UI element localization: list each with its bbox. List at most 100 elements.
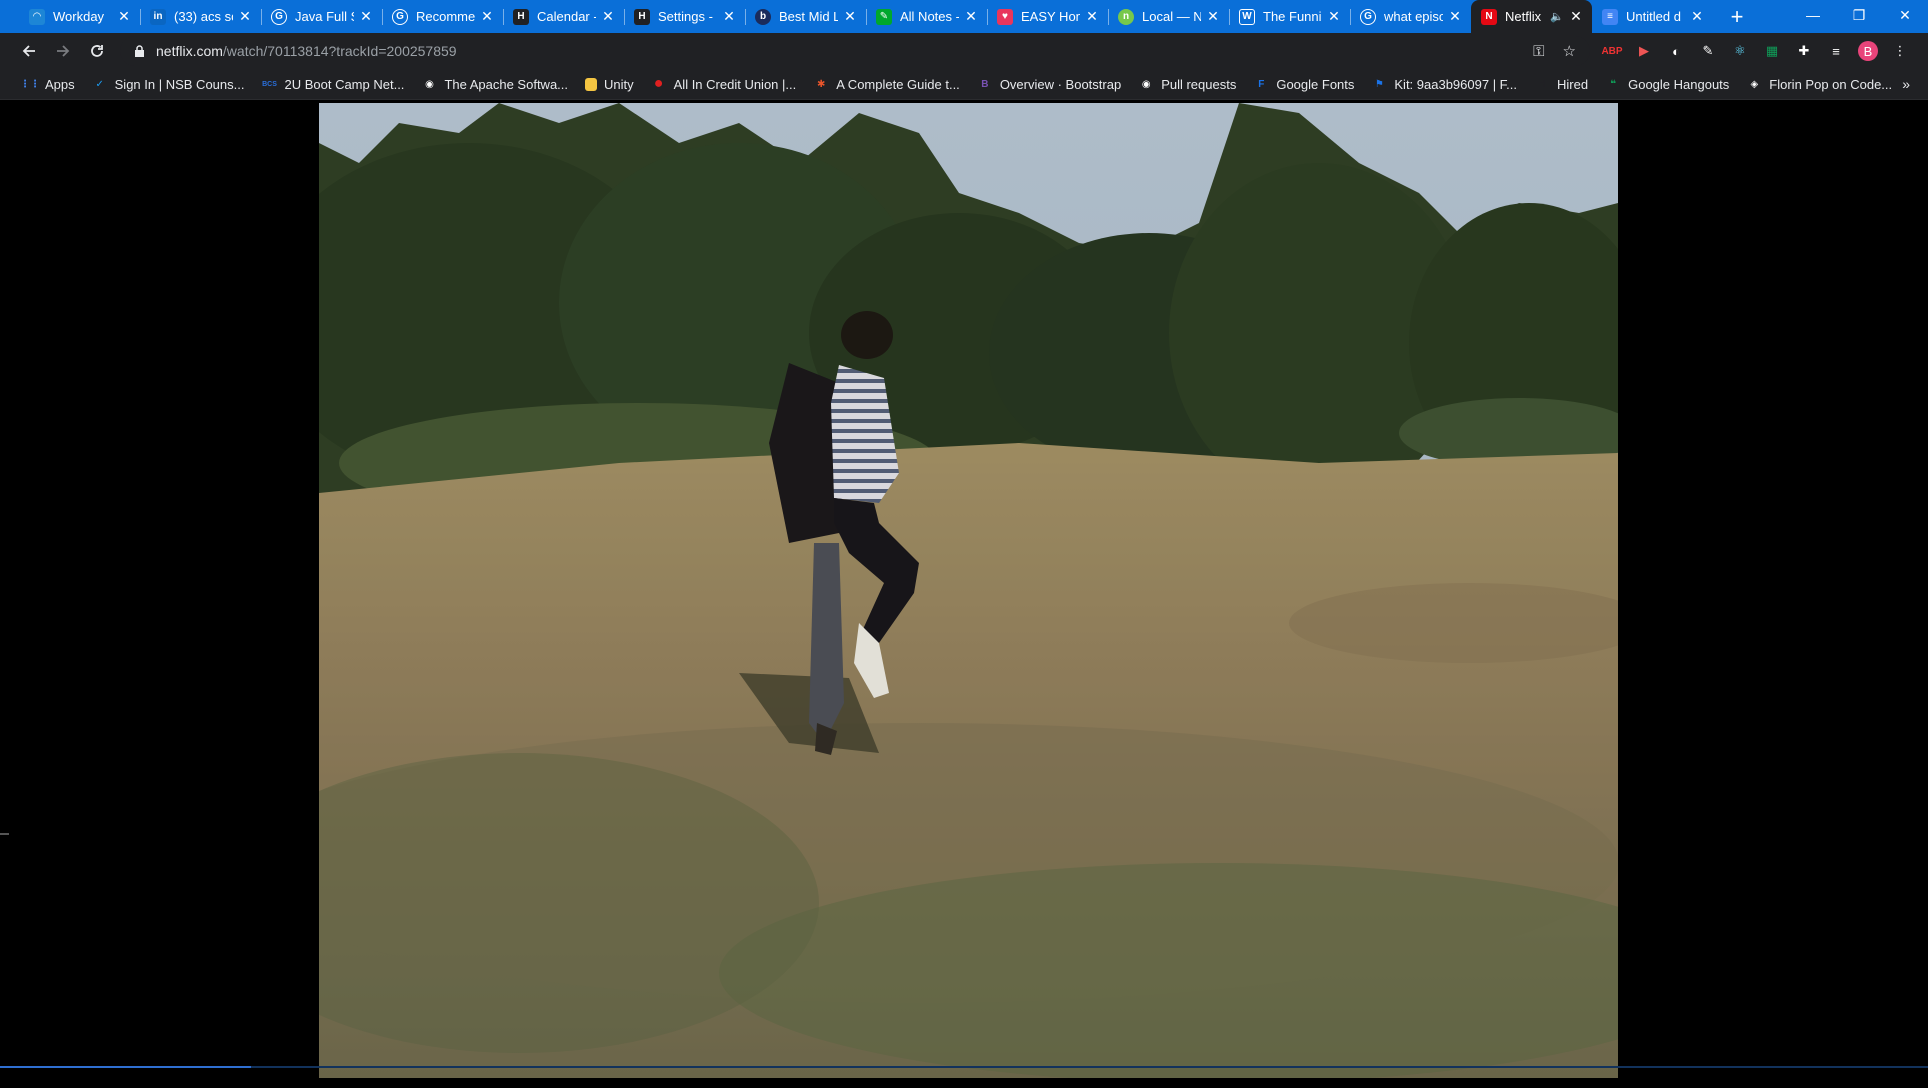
close-tab-icon[interactable]: ✕	[1568, 8, 1584, 25]
close-tab-icon[interactable]: ✕	[842, 8, 858, 25]
forward-button[interactable]	[46, 34, 80, 68]
bookmark-item[interactable]: H Hired	[1534, 76, 1588, 92]
media-queue-icon[interactable]: ≡	[1826, 41, 1846, 61]
arrow-left-icon	[22, 45, 35, 57]
bookmark-item[interactable]: ◉ The Apache Softwa...	[421, 76, 568, 92]
bookmark-label: All In Credit Union |...	[673, 76, 797, 92]
hangouts-icon: ❝	[1610, 78, 1617, 90]
bookmark-item[interactable]: ⋮⋮ Apps	[20, 76, 75, 92]
close-tab-icon[interactable]: ✕	[116, 8, 132, 25]
tab-11[interactable]: Gwhat episo ✕	[1350, 0, 1471, 33]
close-tab-icon[interactable]: ✕	[600, 8, 616, 25]
bookmark-label: The Apache Softwa...	[444, 76, 569, 92]
tab-3[interactable]: G Recommen ✕	[382, 0, 503, 33]
tab-title: Calendar -	[537, 9, 596, 24]
close-tab-icon[interactable]: ✕	[1447, 8, 1463, 25]
flag-icon: ⚑	[1374, 78, 1384, 90]
close-tab-icon[interactable]: ✕	[237, 8, 253, 25]
lock-icon	[132, 44, 146, 58]
tab-strip: ◠ Workday ✕ in (33) acs sc ✕ G Java Full St ✕ G Re…	[0, 0, 1928, 33]
tab-13[interactable]: ≡ Untitled d ✕	[1592, 0, 1713, 33]
tab-6[interactable]: b Best Mid L ✕	[745, 0, 866, 33]
tab-title: Settings -	[658, 9, 713, 24]
linkedin-icon: in	[150, 8, 166, 25]
minimize-button[interactable]: —	[1790, 0, 1836, 30]
bookmark-item[interactable]: ⚑ Kit: 9aa3b96097 | F...	[1371, 76, 1517, 92]
h-icon: H	[1538, 78, 1546, 90]
google-icon: G	[271, 8, 287, 25]
close-tab-icon[interactable]: ✕	[963, 8, 979, 25]
close-tab-icon[interactable]: ✕	[1205, 8, 1221, 25]
tab-list: ◠ Workday ✕ in (33) acs sc ✕ G Java Full St ✕ G Re…	[0, 0, 1713, 33]
tab-title: Workday	[53, 9, 105, 24]
close-window-button[interactable]: ✕	[1882, 0, 1928, 30]
omnibox-actions: ⚿ ☆	[1533, 36, 1576, 66]
tab-title: Recommen	[416, 9, 475, 24]
bookmark-item[interactable]: ✓ Sign In | NSB Couns...	[92, 76, 244, 92]
bookmark-label: Pull requests	[1161, 76, 1237, 92]
progress-bar[interactable]	[0, 1066, 1928, 1068]
bookmark-item[interactable]: BCS 2U Boot Camp Net...	[261, 76, 404, 92]
address-bar[interactable]: netflix.com/watch/70113814?trackId=20025…	[120, 36, 1590, 66]
key-icon[interactable]: ⚿	[1533, 43, 1544, 60]
bookmark-label: Unity	[604, 76, 634, 92]
workday-icon: ◠	[29, 8, 45, 25]
speaker-icon[interactable]: 🔈	[1550, 10, 1564, 23]
github-icon: ◉	[1141, 78, 1151, 90]
star-icon[interactable]: ☆	[1563, 42, 1576, 60]
kebab-menu-icon[interactable]: ⋮	[1890, 41, 1910, 61]
bookmark-item[interactable]: ◈ Florin Pop on Code...	[1746, 76, 1892, 92]
sheet-extension-icon[interactable]: ▦	[1762, 41, 1782, 61]
h-icon: H	[634, 8, 650, 25]
github-icon: ◉	[425, 78, 434, 90]
tab-5[interactable]: H Settings - ✕	[624, 0, 745, 33]
close-tab-icon[interactable]: ✕	[721, 8, 737, 25]
close-tab-icon[interactable]: ✕	[358, 8, 374, 25]
dark-mode-icon[interactable]: ◐	[1666, 41, 1686, 61]
bookmark-item[interactable]: ✱ A Complete Guide t...	[813, 76, 960, 92]
more-bookmarks-button[interactable]: »	[1902, 76, 1910, 92]
bookmark-item[interactable]: ● All In Credit Union |...	[651, 75, 797, 92]
arrow-right-icon	[57, 45, 70, 57]
close-tab-icon[interactable]: ✕	[1689, 8, 1705, 25]
window-controls: — ❐ ✕	[1790, 0, 1928, 30]
react-icon[interactable]: ⚛	[1730, 41, 1750, 61]
tab-9[interactable]: n Local — N ✕	[1108, 0, 1229, 33]
bookmark-label: Florin Pop on Code...	[1769, 76, 1893, 92]
video-frame[interactable]	[319, 103, 1618, 1078]
tab-title: Java Full St	[295, 9, 354, 24]
video-scene	[319, 103, 1618, 1078]
bookmark-item[interactable]: F Google Fonts	[1253, 76, 1354, 92]
pen-icon[interactable]: ✎	[1698, 41, 1718, 61]
bookmark-label: Apps	[45, 76, 75, 92]
reload-button[interactable]	[80, 34, 114, 68]
video-extension-icon[interactable]: ▶	[1634, 41, 1654, 61]
google-icon: G	[1360, 8, 1376, 25]
bootstrap-icon: B	[981, 78, 989, 90]
bookmark-item[interactable]: ❝ Google Hangouts	[1605, 76, 1729, 92]
tab-2[interactable]: G Java Full St ✕	[261, 0, 382, 33]
new-tab-button[interactable]: +	[1721, 0, 1753, 33]
close-tab-icon[interactable]: ✕	[479, 8, 495, 25]
bookmark-item[interactable]: ▮ Unity	[585, 77, 634, 92]
bookmark-item[interactable]: ◉ Pull requests	[1138, 76, 1237, 92]
close-tab-icon[interactable]: ✕	[1084, 8, 1100, 25]
tab-4[interactable]: H Calendar - ✕	[503, 0, 624, 33]
extensions-area: ABP ▶ ◐ ✎ ⚛ ▦ ✚ ≡ B ⋮	[1601, 41, 1910, 61]
bookmark-item[interactable]: B Overview · Bootstrap	[977, 76, 1121, 92]
tab-8[interactable]: ♥ EASY Hom ✕	[987, 0, 1108, 33]
tab-0[interactable]: ◠ Workday ✕	[19, 0, 140, 33]
adblock-icon[interactable]: ABP	[1601, 41, 1622, 61]
tab-7[interactable]: ✎ All Notes - ✕	[866, 0, 987, 33]
video-player[interactable]	[0, 101, 1928, 1078]
tab-10[interactable]: W The Funni ✕	[1229, 0, 1350, 33]
tab-1[interactable]: in (33) acs sc ✕	[140, 0, 261, 33]
profile-avatar[interactable]: B	[1858, 41, 1878, 61]
back-button[interactable]	[12, 34, 46, 68]
puzzle-icon[interactable]: ✚	[1794, 41, 1814, 61]
close-tab-icon[interactable]: ✕	[1326, 8, 1342, 25]
folder-icon: ▮	[585, 77, 598, 91]
restore-button[interactable]: ❐	[1836, 0, 1882, 30]
tab-title: Untitled d	[1626, 9, 1681, 24]
tab-12[interactable]: N Netflix 🔈 ✕	[1471, 0, 1592, 33]
